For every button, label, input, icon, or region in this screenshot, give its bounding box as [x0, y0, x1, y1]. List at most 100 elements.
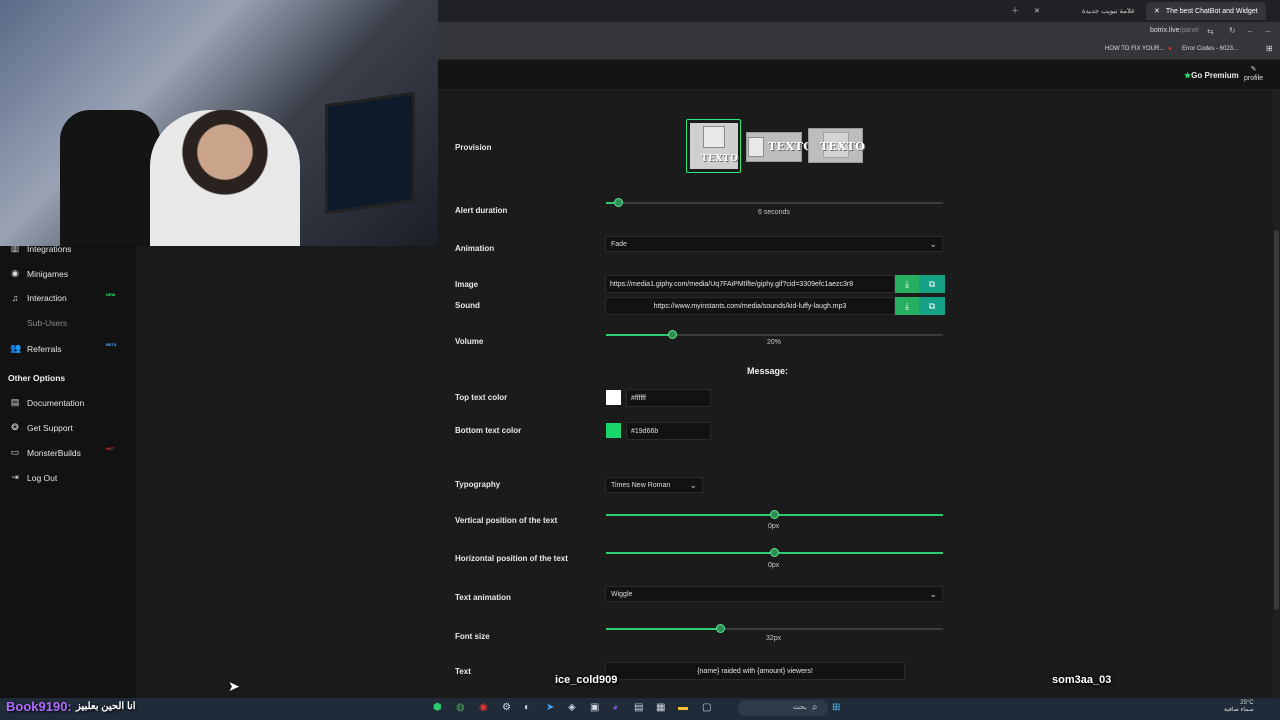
windows-start-icon[interactable]: ⊞ [832, 702, 840, 713]
image-gallery-button[interactable]: ⧉ [919, 275, 945, 293]
scrollbar-thumb[interactable] [1274, 230, 1279, 610]
back-icon[interactable]: ← [1246, 26, 1254, 35]
provision-text-sample: TEXTO [768, 140, 814, 153]
gallery-icon: ⧉ [928, 301, 936, 311]
upload-icon: ⤓ [905, 279, 909, 289]
tune-icon[interactable]: ⇆ [1207, 27, 1214, 36]
image-label: Image [455, 280, 479, 289]
sidebar-item-sub-users[interactable]: Sub-Users [10, 318, 67, 328]
app-icon[interactable]: ▣ [590, 702, 599, 713]
go-premium-button[interactable]: ★Go Premium [1184, 71, 1239, 80]
streamer-shape [150, 110, 300, 246]
slider-knob[interactable] [769, 510, 779, 519]
tab-label: The best ChatBot and Widget [1165, 8, 1258, 15]
tab-close-icon[interactable]: ✕ [1154, 8, 1160, 15]
volume-value: 20% [767, 339, 782, 346]
edit-icon: ✎ [1250, 66, 1257, 73]
support-icon: ❂ [11, 422, 19, 432]
logout-icon: ⇥ [11, 472, 19, 482]
scrollbar[interactable] [1273, 90, 1280, 698]
chevron-down-icon: ⌄ [929, 239, 937, 249]
folder-icon[interactable]: ▬ [678, 702, 688, 713]
reload-icon[interactable]: ↻ [1229, 26, 1236, 35]
forward-icon[interactable]: → [1264, 26, 1272, 35]
sidebar-item-logout[interactable]: ⇥ Log Out [10, 472, 57, 483]
image-placeholder-icon [703, 126, 725, 148]
horizontal-position-value: 0px [768, 562, 780, 569]
chat-username: Book9190: [6, 699, 72, 714]
tab-new[interactable]: ✕ علامة تبويب جديدة [1026, 2, 1144, 20]
top-color-swatch[interactable] [606, 390, 621, 405]
bookmark-item[interactable]: Error Codes - 6023... [1182, 46, 1238, 52]
font-size-slider[interactable] [606, 628, 943, 630]
settings-icon[interactable]: ⚙ [502, 702, 511, 713]
sidebar-item-support[interactable]: ❂ Get Support [10, 422, 73, 433]
sidebar-item-minigames[interactable]: ◉ Minigames [10, 268, 68, 279]
obs-icon[interactable]: ◐ [524, 702, 530, 713]
chrome-icon[interactable]: ◍ [456, 702, 465, 713]
content-gap [137, 246, 438, 698]
volume-slider[interactable] [606, 334, 943, 336]
chevron-down-icon: ⌄ [689, 480, 697, 490]
image-url-input[interactable]: https://media1.giphy.com/media/Uq7FAiPMI… [605, 275, 895, 293]
alert-settings-panel [438, 90, 1273, 698]
xbox-icon[interactable]: ⬢ [433, 702, 442, 713]
bottom-color-input[interactable]: #19d66b [626, 422, 711, 440]
sound-label: Sound [455, 301, 480, 310]
tab-botrix[interactable]: ✕ The best ChatBot and Widget [1146, 2, 1266, 20]
message-text-input[interactable]: {name} raided with {amount} viewers! [605, 662, 905, 680]
text-label: Text [455, 667, 471, 676]
sound-gallery-button[interactable]: ⧉ [919, 297, 945, 315]
store-icon[interactable]: ▦ [656, 702, 665, 713]
telegram-icon[interactable]: ➤ [546, 702, 554, 713]
taskbar-weather: 25°C سماء صافية [1224, 700, 1254, 713]
sound-url-input[interactable]: https://www.myinstants.com/media/sounds/… [605, 297, 895, 315]
chat-message: انا الحين بعلبيز [76, 701, 136, 712]
image-upload-button[interactable]: ⤓ [895, 275, 919, 293]
alert-duration-label: Alert duration [455, 206, 508, 215]
mouse-cursor-icon: ➤ [228, 678, 240, 694]
music-icon: ♫ [11, 293, 19, 303]
volume-label: Volume [455, 337, 484, 346]
animation-select[interactable]: Fade ⌄ [605, 236, 943, 252]
sidebar-item-referrals[interactable]: 👥 Referrals [10, 343, 61, 354]
provision-text-sample: TEXTO [820, 140, 866, 153]
sidebar-item-monsterbuilds[interactable]: ▭ MonsterBuilds [10, 447, 81, 458]
slider-knob[interactable] [769, 548, 779, 557]
font-size-value: 32px [766, 635, 782, 642]
game-icon[interactable]: ◈ [568, 702, 576, 713]
typography-select[interactable]: Times New Roman ⌄ [605, 477, 703, 493]
sound-upload-button[interactable]: ⤓ [895, 297, 919, 315]
font-size-label: Font size [455, 632, 490, 641]
message-heading: Message: [747, 366, 789, 376]
terminal-icon[interactable]: ▤ [634, 702, 643, 713]
overlay-username-right: som3aa_03 [1052, 674, 1112, 686]
typography-label: Typography [455, 480, 501, 489]
apps-icon[interactable]: ⊞ [1266, 44, 1273, 53]
new-tab-icon[interactable]: ＋ [1011, 5, 1019, 16]
slider-knob[interactable] [715, 624, 725, 633]
laptop-icon: ▭ [10, 447, 20, 457]
bottom-text-color-label: Bottom text color [455, 426, 522, 435]
hot-badge: HOT [106, 446, 115, 451]
new-badge: NEW [106, 292, 116, 297]
close-icon[interactable]: ✕ [1034, 8, 1040, 15]
text-animation-select[interactable]: Wiggle ⌄ [605, 586, 943, 602]
app-icon[interactable]: ◉ [479, 702, 488, 713]
app-icon[interactable]: ▢ [702, 702, 711, 713]
search-label: بحث [793, 704, 807, 711]
gallery-icon: ⧉ [928, 279, 936, 289]
alert-duration-slider[interactable] [606, 202, 943, 204]
sidebar-item-interaction[interactable]: ♫ Interaction [10, 293, 67, 303]
sidebar-item-documentation[interactable]: ▤ Documentation [10, 397, 84, 408]
profile-button[interactable]: ✎ profile [1244, 65, 1263, 83]
url-text[interactable]: botrix.live/panel [1150, 27, 1199, 34]
top-color-input[interactable]: #ffffff [626, 389, 711, 407]
beta-badge: BETA [106, 342, 117, 347]
search-icon: ⌕ [812, 702, 818, 713]
chevron-down-icon: ⌄ [929, 589, 937, 599]
bottom-color-swatch[interactable] [606, 423, 621, 438]
discord-icon[interactable]: ◕ [612, 702, 618, 713]
bookmark-item[interactable]: HOW TO FIX YOUR... [1105, 46, 1164, 52]
upload-icon: ⤓ [905, 301, 909, 311]
